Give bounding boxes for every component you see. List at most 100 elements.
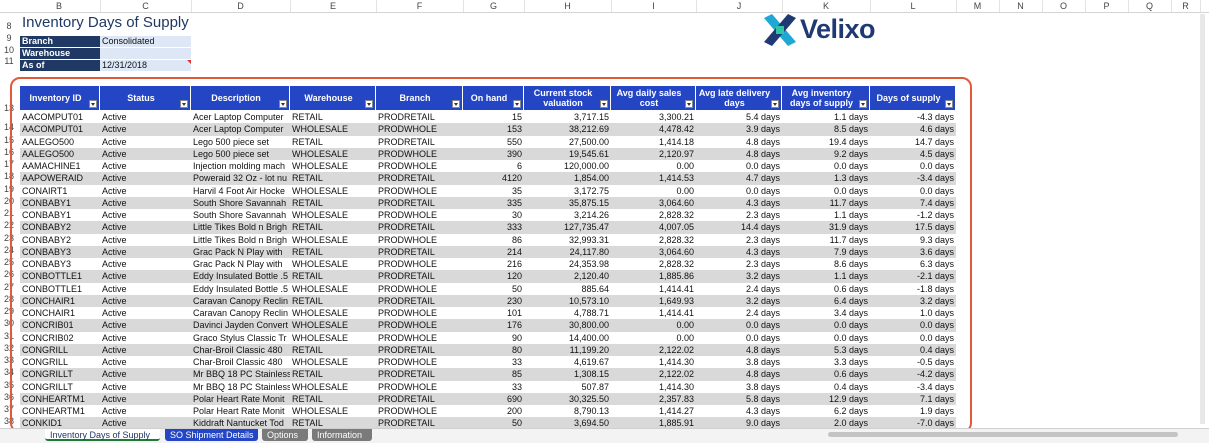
table-cell[interactable]: 1,414.27	[611, 405, 696, 417]
table-cell[interactable]: 2,828.32	[611, 234, 696, 246]
table-cell[interactable]: Active	[100, 148, 191, 160]
table-cell[interactable]: 4.3 days	[696, 405, 782, 417]
table-cell[interactable]: RETAIL	[290, 111, 376, 123]
table-cell[interactable]: 35	[463, 185, 524, 197]
table-cell[interactable]: PRODWHOLE	[376, 319, 463, 331]
row-number[interactable]: 36	[0, 392, 18, 402]
table-cell[interactable]: 4.8 days	[696, 148, 782, 160]
table-cell[interactable]: WHOLESALE	[290, 356, 376, 368]
table-cell[interactable]: CONGRILLT	[20, 368, 100, 380]
filter-dropdown-icon[interactable]	[365, 100, 373, 108]
table-cell[interactable]: 0.6 days	[782, 368, 870, 380]
column-header-n[interactable]: N	[999, 0, 1043, 12]
table-cell[interactable]: 30,325.50	[524, 393, 611, 405]
table-cell[interactable]: 3.2 days	[696, 270, 782, 282]
table-cell[interactable]: 1,414.30	[611, 381, 696, 393]
table-cell[interactable]: 3.6 days	[870, 246, 956, 258]
table-cell[interactable]: 24,117.80	[524, 246, 611, 258]
table-cell[interactable]: -1.2 days	[870, 209, 956, 221]
table-cell[interactable]: Mr BBQ 18 PC Stainless	[191, 381, 290, 393]
table-cell[interactable]: WHOLESALE	[290, 123, 376, 135]
row-number[interactable]: 15	[0, 135, 18, 145]
table-cell[interactable]: 3,214.26	[524, 209, 611, 221]
table-cell[interactable]: Active	[100, 332, 191, 344]
table-cell[interactable]: CONGRILL	[20, 356, 100, 368]
filter-dropdown-icon[interactable]	[771, 100, 779, 108]
table-cell[interactable]: 335	[463, 197, 524, 209]
row-number[interactable]: 13	[0, 103, 18, 113]
table-cell[interactable]: 507.87	[524, 381, 611, 393]
table-cell[interactable]: Acer Laptop Computer	[191, 123, 290, 135]
table-cell[interactable]: 3.4 days	[782, 307, 870, 319]
table-cell[interactable]: Active	[100, 160, 191, 172]
row-number[interactable]: 37	[0, 404, 18, 414]
table-cell[interactable]: Active	[100, 344, 191, 356]
table-cell[interactable]: Active	[100, 123, 191, 135]
row-number[interactable]: 22	[0, 220, 18, 230]
table-cell[interactable]: CONBABY1	[20, 197, 100, 209]
column-header-b[interactable]: B	[18, 0, 101, 12]
row-number[interactable]: 38	[0, 416, 18, 426]
column-header-k[interactable]: K	[782, 0, 871, 12]
table-cell[interactable]: 0.0 days	[782, 185, 870, 197]
table-cell[interactable]: Active	[100, 221, 191, 233]
table-cell[interactable]: CONBABY2	[20, 234, 100, 246]
table-cell[interactable]: 11,199.20	[524, 344, 611, 356]
table-cell[interactable]: 30,800.00	[524, 319, 611, 331]
column-header-g[interactable]: G	[463, 0, 525, 12]
sheet-tab-inventory-days-of-supply[interactable]: Inventory Days of Supply	[45, 429, 160, 441]
table-cell[interactable]: 1,885.86	[611, 270, 696, 282]
table-cell[interactable]: 101	[463, 307, 524, 319]
filter-dropdown-icon[interactable]	[945, 100, 953, 108]
table-cell[interactable]: 4.6 days	[870, 123, 956, 135]
table-cell[interactable]: 14,400.00	[524, 332, 611, 344]
filter-dropdown-icon[interactable]	[180, 100, 188, 108]
table-cell[interactable]: Char-Broil Classic 480	[191, 344, 290, 356]
table-cell[interactable]: PRODRETAIL	[376, 111, 463, 123]
table-cell[interactable]: Active	[100, 319, 191, 331]
table-cell[interactable]: 31.9 days	[782, 221, 870, 233]
table-cell[interactable]: 4.8 days	[696, 136, 782, 148]
table-cell[interactable]: 2,122.02	[611, 344, 696, 356]
column-header-p[interactable]: P	[1085, 0, 1129, 12]
table-cell[interactable]: 1.0 days	[870, 307, 956, 319]
table-cell[interactable]: -4.3 days	[870, 111, 956, 123]
table-cell[interactable]: -3.4 days	[870, 172, 956, 184]
table-cell[interactable]: PRODRETAIL	[376, 136, 463, 148]
table-cell[interactable]: Active	[100, 246, 191, 258]
table-cell[interactable]: PRODWHOLE	[376, 209, 463, 221]
row-number[interactable]: 18	[0, 171, 18, 181]
row-number[interactable]: 8	[0, 21, 18, 31]
filter-dropdown-icon[interactable]	[600, 100, 608, 108]
table-cell[interactable]: 0.0 days	[696, 332, 782, 344]
table-cell[interactable]: WHOLESALE	[290, 405, 376, 417]
column-header-d[interactable]: D	[191, 0, 291, 12]
table-cell[interactable]: 3,300.21	[611, 111, 696, 123]
column-header-branch[interactable]: Branch	[376, 86, 463, 110]
row-number[interactable]: 10	[0, 45, 18, 55]
table-cell[interactable]: CONCRIB02	[20, 332, 100, 344]
table-cell[interactable]: 33	[463, 356, 524, 368]
table-cell[interactable]: Active	[100, 393, 191, 405]
table-cell[interactable]: 1,414.18	[611, 136, 696, 148]
column-header-e[interactable]: E	[290, 0, 377, 12]
table-cell[interactable]: PRODRETAIL	[376, 344, 463, 356]
table-cell[interactable]: PRODWHOLE	[376, 123, 463, 135]
table-cell[interactable]: 0.00	[611, 319, 696, 331]
table-cell[interactable]: 153	[463, 123, 524, 135]
table-cell[interactable]: PRODRETAIL	[376, 368, 463, 380]
column-header-description[interactable]: Description	[191, 86, 290, 110]
table-cell[interactable]: PRODWHOLE	[376, 234, 463, 246]
row-number[interactable]: 28	[0, 294, 18, 304]
table-cell[interactable]: 17.5 days	[870, 221, 956, 233]
column-header-h[interactable]: H	[524, 0, 612, 12]
table-cell[interactable]: 8.6 days	[782, 258, 870, 270]
table-cell[interactable]: Active	[100, 356, 191, 368]
table-cell[interactable]: Active	[100, 111, 191, 123]
table-cell[interactable]: 3.9 days	[696, 123, 782, 135]
table-cell[interactable]: 3,064.60	[611, 197, 696, 209]
table-cell[interactable]: PRODWHOLE	[376, 307, 463, 319]
table-cell[interactable]: 1,414.41	[611, 307, 696, 319]
table-cell[interactable]: 885.64	[524, 283, 611, 295]
table-cell[interactable]: 1,649.93	[611, 295, 696, 307]
